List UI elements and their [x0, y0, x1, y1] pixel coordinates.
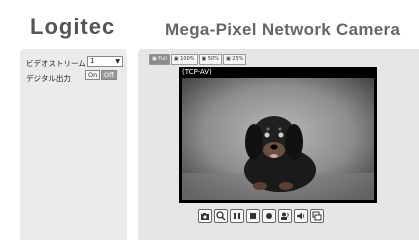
digital-output-label: デジタル出力	[26, 74, 71, 83]
settings-panel: ビデオストリーム 1 ▼ デジタル出力 On Off ◀	[20, 49, 144, 240]
talk-button[interactable]	[278, 209, 292, 223]
digital-output-on-button[interactable]: On	[85, 70, 101, 80]
pause-button[interactable]	[230, 209, 244, 223]
view-size-toolbar: ▣ Full ▣ 100% ▣ 50% ▣ 25%	[149, 54, 247, 65]
fullscreen-button[interactable]	[310, 209, 324, 223]
page-title: Mega-Pixel Network Camera	[165, 20, 401, 39]
talk-icon	[281, 212, 289, 220]
zoom-button[interactable]	[214, 209, 228, 223]
chevron-down-icon: ▼	[115, 58, 120, 65]
video-viewer[interactable]: (TCP-AV)	[179, 67, 377, 203]
record-icon	[266, 213, 272, 219]
digital-output-off-button[interactable]: Off	[101, 70, 117, 80]
camera-icon	[201, 213, 209, 220]
size-100-button[interactable]: ▣ 100%	[170, 54, 198, 65]
video-stream-label: ビデオストリーム	[26, 59, 86, 68]
size-25-button[interactable]: ▣ 25%	[222, 54, 247, 65]
pause-icon	[234, 213, 240, 219]
snapshot-button[interactable]	[198, 209, 212, 223]
size-50-button[interactable]: ▣ 50%	[198, 54, 222, 65]
size-full-button[interactable]: ▣ Full	[149, 54, 170, 65]
record-button[interactable]	[262, 209, 276, 223]
video-stream-select[interactable]: 1 ▼	[87, 56, 123, 67]
stream-protocol-label: (TCP-AV)	[182, 68, 212, 76]
playback-controls	[198, 209, 324, 223]
volume-icon	[297, 212, 305, 220]
video-stream-value: 1	[90, 57, 95, 65]
fullscreen-icon	[312, 211, 322, 221]
volume-button[interactable]	[294, 209, 308, 223]
live-video-image	[182, 78, 374, 200]
stop-icon	[250, 213, 256, 219]
viewer-panel: ▣ Full ▣ 100% ▣ 50% ▣ 25% (TCP-AV)	[138, 49, 419, 240]
zoom-icon	[216, 211, 226, 221]
logo: Logitec	[30, 14, 116, 39]
stop-button[interactable]	[246, 209, 260, 223]
